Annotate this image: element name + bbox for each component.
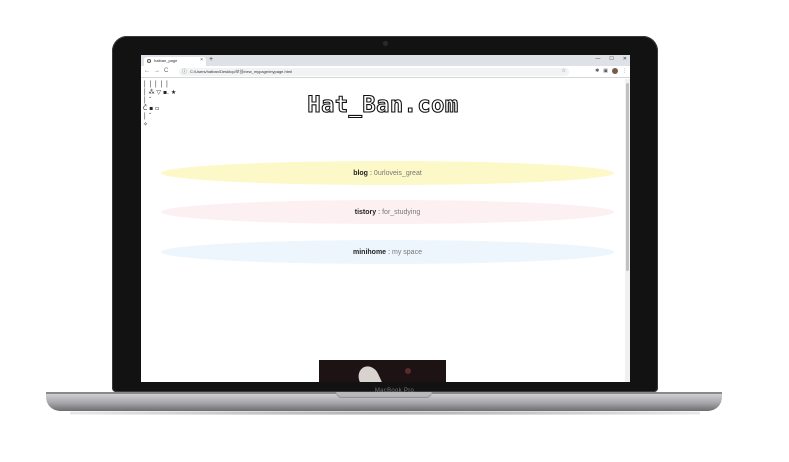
extension-icon[interactable]: ▣ [603,68,608,74]
link-description: for_studying [382,208,421,216]
camera-dot [383,41,388,46]
puzzle-icon[interactable]: ✱ [595,68,599,74]
back-button[interactable]: ← [144,68,150,74]
new-tab-button[interactable]: + [209,56,213,64]
laptop-shadow [70,411,700,415]
menu-icon[interactable]: ⋮ [622,68,627,74]
tab-close-icon[interactable]: × [200,57,203,63]
laptop-screen: hatban_page × + — ☐ ✕ ← → C ⓘ C:/Users/h… [141,55,630,382]
tab-title: hatban_page [154,58,178,63]
reload-button[interactable]: C [164,68,168,74]
address-url[interactable]: C:/Users/hatban/Desktop/보일/new_mypage/my… [190,69,292,75]
web-page: │ │ │ │ │ │ ⁂ ▽ ▪. ★ │ ˝ Ĉ ▪ ▫ │ ˝ ✧ Hat… [141,79,625,382]
scrollbar-thumb[interactable] [626,83,629,271]
tistory-link[interactable]: tistory : for_studying [161,200,614,224]
profile-photo [319,360,446,382]
close-window-button[interactable]: ✕ [623,56,627,62]
maximize-button[interactable]: ☐ [609,56,613,62]
link-name: blog [353,169,368,177]
link-name: tistory [354,208,377,216]
glyph-row: ✧ [143,121,149,128]
toolbar-icons: ✱ ▣ ⋮ [595,68,627,74]
brand-label: MacBook Pro [374,388,415,394]
profile-avatar[interactable] [612,68,618,74]
link-name: minihome [353,248,387,256]
browser-tabstrip: hatban_page × + — ☐ ✕ [141,55,630,66]
link-description: 0urloveis_great [373,169,422,177]
link-separator: : [369,169,372,177]
photo-detail [405,368,411,374]
browser-toolbar: ← → C ⓘ C:/Users/hatban/Desktop/보일/new_m… [141,66,630,78]
forward-button[interactable]: → [154,68,160,74]
minimize-button[interactable]: — [595,56,600,62]
nav-buttons: ← → C [144,68,168,74]
link-separator: : [378,208,381,216]
glyph-row: │ │ │ │ │ [143,81,169,88]
site-title: Hat_Ban.com [307,92,459,118]
photo-figure [354,362,384,382]
scene: hatban_page × + — ☐ ✕ ← → C ⓘ C:/Users/h… [0,0,789,462]
window-controls: — ☐ ✕ [595,56,627,62]
globe-icon [147,59,151,63]
link-separator: : [388,248,391,256]
bookmark-star-icon[interactable]: ☆ [562,68,566,74]
link-description: my space [392,248,422,256]
address-bar[interactable]: ⓘ C:/Users/hatban/Desktop/보일/new_mypage/… [179,68,569,76]
blog-link[interactable]: blog : 0urloveis_great [161,161,614,185]
page-scrollbar[interactable] [625,79,630,382]
browser-tab[interactable]: hatban_page × [144,57,206,66]
minihome-link[interactable]: minihome : my space [161,240,614,264]
info-icon[interactable]: ⓘ [182,68,187,75]
laptop-base [46,392,722,411]
